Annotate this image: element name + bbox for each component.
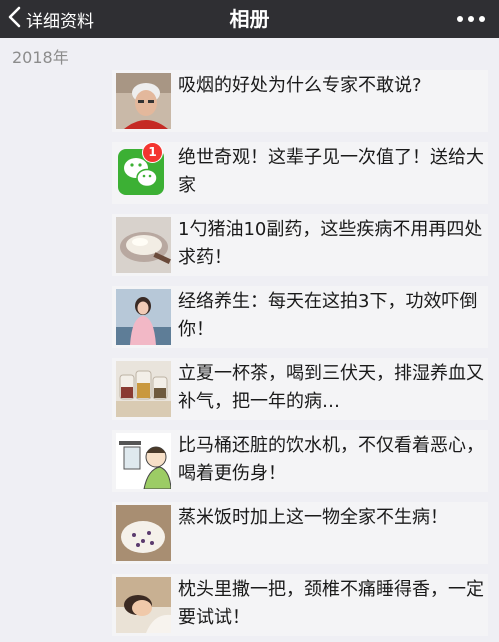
notification-badge: 1 (142, 142, 163, 163)
article-title: 枕头里撒一把，颈椎不痛睡得香，一定要试试！ (178, 579, 484, 628)
article-list: 吸烟的好处为什么专家不敢说? 1 绝世奇观！这辈子见一次值了！送给大家 1勺猪油… (0, 0, 499, 642)
article-item[interactable]: 1勺猪油10副药，这些疾病不用再四处求药！ (112, 214, 488, 276)
article-title: 经络养生：每天在这拍3下，功效吓倒你！ (178, 291, 478, 340)
elderly-woman-photo (116, 73, 171, 129)
article-item[interactable]: 枕头里撒一把，颈椎不痛睡得香，一定要试试！ (112, 574, 488, 636)
article-item[interactable]: 1 绝世奇观！这辈子见一次值了！送给大家 (112, 142, 488, 204)
article-title: 绝世奇观！这辈子见一次值了！送给大家 (178, 147, 484, 196)
article-item[interactable]: 蒸米饭时加上这一物全家不生病！ (112, 502, 488, 564)
article-item[interactable]: 吸烟的好处为什么专家不敢说? (112, 70, 488, 132)
sleeping-person-photo (116, 577, 171, 633)
article-item[interactable]: 立夏一杯茶，喝到三伏天，排湿养血又补气，把一年的病… (112, 358, 488, 420)
lard-spoon-photo (116, 217, 171, 273)
article-item[interactable]: 经络养生：每天在这拍3下，功效吓倒你！ (112, 286, 488, 348)
article-title: 立夏一杯茶，喝到三伏天，排湿养血又补气，把一年的病… (178, 363, 484, 412)
article-item[interactable]: 比马桶还脏的饮水机，不仅看着恶心，喝着更伤身！ (112, 430, 488, 492)
rice-bowl-photo (116, 505, 171, 561)
article-title: 比马桶还脏的饮水机，不仅看着恶心，喝着更伤身！ (178, 435, 484, 484)
woman-pink-coat-photo (116, 289, 171, 345)
article-title: 1勺猪油10副药，这些疾病不用再四处求药！ (178, 219, 483, 268)
tea-jars-photo (116, 361, 171, 417)
article-title: 蒸米饭时加上这一物全家不生病！ (178, 507, 448, 528)
article-title: 吸烟的好处为什么专家不敢说? (178, 75, 422, 96)
water-dispenser-cartoon (116, 433, 171, 489)
